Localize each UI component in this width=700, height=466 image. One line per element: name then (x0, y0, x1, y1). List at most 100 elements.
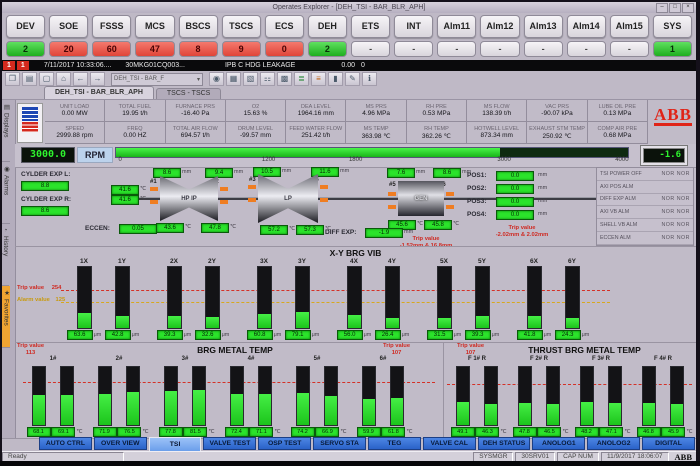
bar-readout: 81.5 ℃ (183, 426, 214, 437)
page-tab[interactable]: TSI (149, 437, 202, 452)
alarm-count-badge[interactable]: 2 (6, 41, 45, 57)
system-button[interactable]: Alm14 (567, 15, 606, 38)
page-tab[interactable]: SERVO STA (313, 437, 366, 450)
sidebar-tab[interactable]: ◔ History (2, 224, 9, 286)
view-tab[interactable]: TSCS - TSCS (156, 88, 221, 99)
page-tab[interactable]: DEH STATUS (478, 437, 531, 450)
system-button[interactable]: FSSS (92, 15, 131, 38)
system-button[interactable]: SYS (653, 15, 692, 38)
system-button[interactable]: MCS (135, 15, 174, 38)
point-browser-icon[interactable]: ⚏ (260, 72, 275, 86)
alarm-count-badge[interactable]: - (351, 41, 390, 57)
system-button[interactable]: ECS (265, 15, 304, 38)
copy-display-icon[interactable]: ❐ (5, 72, 20, 86)
led-value: 42.8 (105, 330, 131, 340)
page-tab[interactable]: VALVE TEST (203, 437, 256, 450)
cell-value: 250.92 ℃ (527, 132, 586, 140)
bar-readout: 41.8 μm (517, 329, 552, 340)
diff-exp-label: DIFF EXP: (325, 229, 356, 236)
page-tab[interactable]: AUTO CTRL (39, 437, 92, 450)
system-button[interactable]: DEH (308, 15, 347, 38)
view-tab[interactable]: DEH_TSI - BAR_BLR_APH (44, 86, 154, 99)
back-icon[interactable]: ← (73, 72, 88, 86)
alarm-count-badge[interactable]: - (524, 41, 563, 57)
system-button[interactable]: TSCS (222, 15, 261, 38)
print-icon[interactable]: ▤ (22, 72, 37, 86)
bar-fill (476, 316, 489, 328)
trend-display-icon[interactable]: ▦ (226, 72, 241, 86)
system-button[interactable]: BSCS (179, 15, 218, 38)
system-button[interactable]: SOE (49, 15, 88, 38)
table-cell: VAC PRS -90.07 kPa (527, 100, 587, 121)
value-unit: μm (544, 331, 552, 340)
info-icon[interactable]: ℹ (362, 72, 377, 86)
alarm-count-badge[interactable]: 47 (135, 41, 174, 57)
system-button[interactable]: INT (394, 15, 433, 38)
system-button[interactable]: Alm11 (437, 15, 476, 38)
alarm-banner[interactable]: 1 1 7/11/2017 10:33:06.... 30MKG01CQ003.… (2, 60, 696, 71)
alarm-count-badge[interactable]: 8 (179, 41, 218, 57)
home-icon[interactable]: ⌂ (56, 72, 71, 86)
led-value: 7.6 (387, 168, 415, 178)
display-selector-combo[interactable]: DEH_TSI - BAR_F ▾ (111, 73, 203, 86)
cell-value: 363.98 ℃ (346, 132, 405, 140)
bar-readout: 26.4 μm (375, 329, 410, 340)
system-button[interactable]: Alm13 (524, 15, 563, 38)
alarm-count-badge[interactable]: - (437, 41, 476, 57)
graphic-display-icon[interactable]: ▧ (243, 72, 258, 86)
table-cell: MS FLOW 138.39 t/h (467, 100, 527, 121)
metal-temp-sections: BRG METAL TEMP Trip value 113 Trip value… (15, 342, 696, 439)
minimize-button[interactable]: – (656, 3, 668, 13)
bar-fill (116, 316, 129, 328)
page-tab[interactable]: VALVE CAL (423, 437, 476, 450)
annotate-icon[interactable]: ✎ (345, 72, 360, 86)
window-title: Operates Explorer - [DEH_TSI - BAR_BLR_A… (273, 4, 426, 11)
alarm-count-badge[interactable]: - (480, 41, 519, 57)
network-status-icon[interactable]: ▩ (277, 72, 292, 86)
forward-icon[interactable]: → (90, 72, 105, 86)
close-button[interactable]: × (682, 3, 694, 13)
sidebar-tab[interactable]: ◉ Alarms (2, 162, 10, 224)
system-button[interactable]: DEV (6, 15, 45, 38)
page-tab[interactable]: OVER VIEW (94, 437, 147, 450)
alarm-list-icon[interactable]: ≣ (294, 72, 309, 86)
alarm-count-badge[interactable]: - (394, 41, 433, 57)
system-button-column: Alm13 - (524, 15, 563, 58)
page-tab[interactable]: TEG (368, 437, 421, 450)
bar-chart-icon[interactable]: ▮ (328, 72, 343, 86)
bearing-pad (220, 187, 228, 191)
system-button[interactable]: Alm12 (480, 15, 519, 38)
page-tab[interactable]: DIGITAL (642, 437, 695, 450)
bar-readout: 61.8 ℃ (381, 426, 412, 437)
restore-button[interactable]: □ (669, 3, 681, 13)
sidebar-tab[interactable]: ▤ Displays (2, 100, 10, 162)
trip-label: Trip value (508, 225, 535, 231)
page-tab[interactable]: OSP TEST (258, 437, 311, 450)
alarm-count-badge[interactable]: 2 (308, 41, 347, 57)
page-tab[interactable]: ANOLOG2 (587, 437, 640, 450)
bar-readout: 45.9 ℃ (661, 426, 692, 437)
alarm-count-badge[interactable]: 20 (49, 41, 88, 57)
alarm-count-badge[interactable]: - (567, 41, 606, 57)
sidebar-tab[interactable]: ★ Favorites (2, 286, 10, 348)
alarm-count-badge[interactable]: 0 (265, 41, 304, 57)
brg-temp-trip-right: Trip value 107 (383, 343, 410, 357)
alarm-count-badge[interactable]: 9 (222, 41, 261, 57)
bearing-pad (320, 198, 328, 202)
find-icon[interactable]: ◉ (209, 72, 224, 86)
system-button[interactable]: Alm15 (610, 15, 649, 38)
event-list-icon[interactable]: ≡ (311, 72, 326, 86)
new-display-icon[interactable]: ▢ (39, 72, 54, 86)
system-button[interactable]: ETS (351, 15, 390, 38)
pos-label: POS3: (467, 198, 493, 205)
alarm-count-badge[interactable]: - (610, 41, 649, 57)
page-tab[interactable]: ANOLOG1 (532, 437, 585, 450)
alarm-count-badge[interactable]: 1 (653, 41, 692, 57)
bar-column (518, 366, 532, 426)
pair-unit: ℃ (140, 195, 146, 204)
led-value: 46.3 (475, 427, 499, 437)
alarm-count-badge[interactable]: 60 (92, 41, 131, 57)
bar-column (437, 266, 452, 329)
pair-label: 2# (93, 356, 145, 362)
bar-label: 5X (440, 258, 448, 266)
